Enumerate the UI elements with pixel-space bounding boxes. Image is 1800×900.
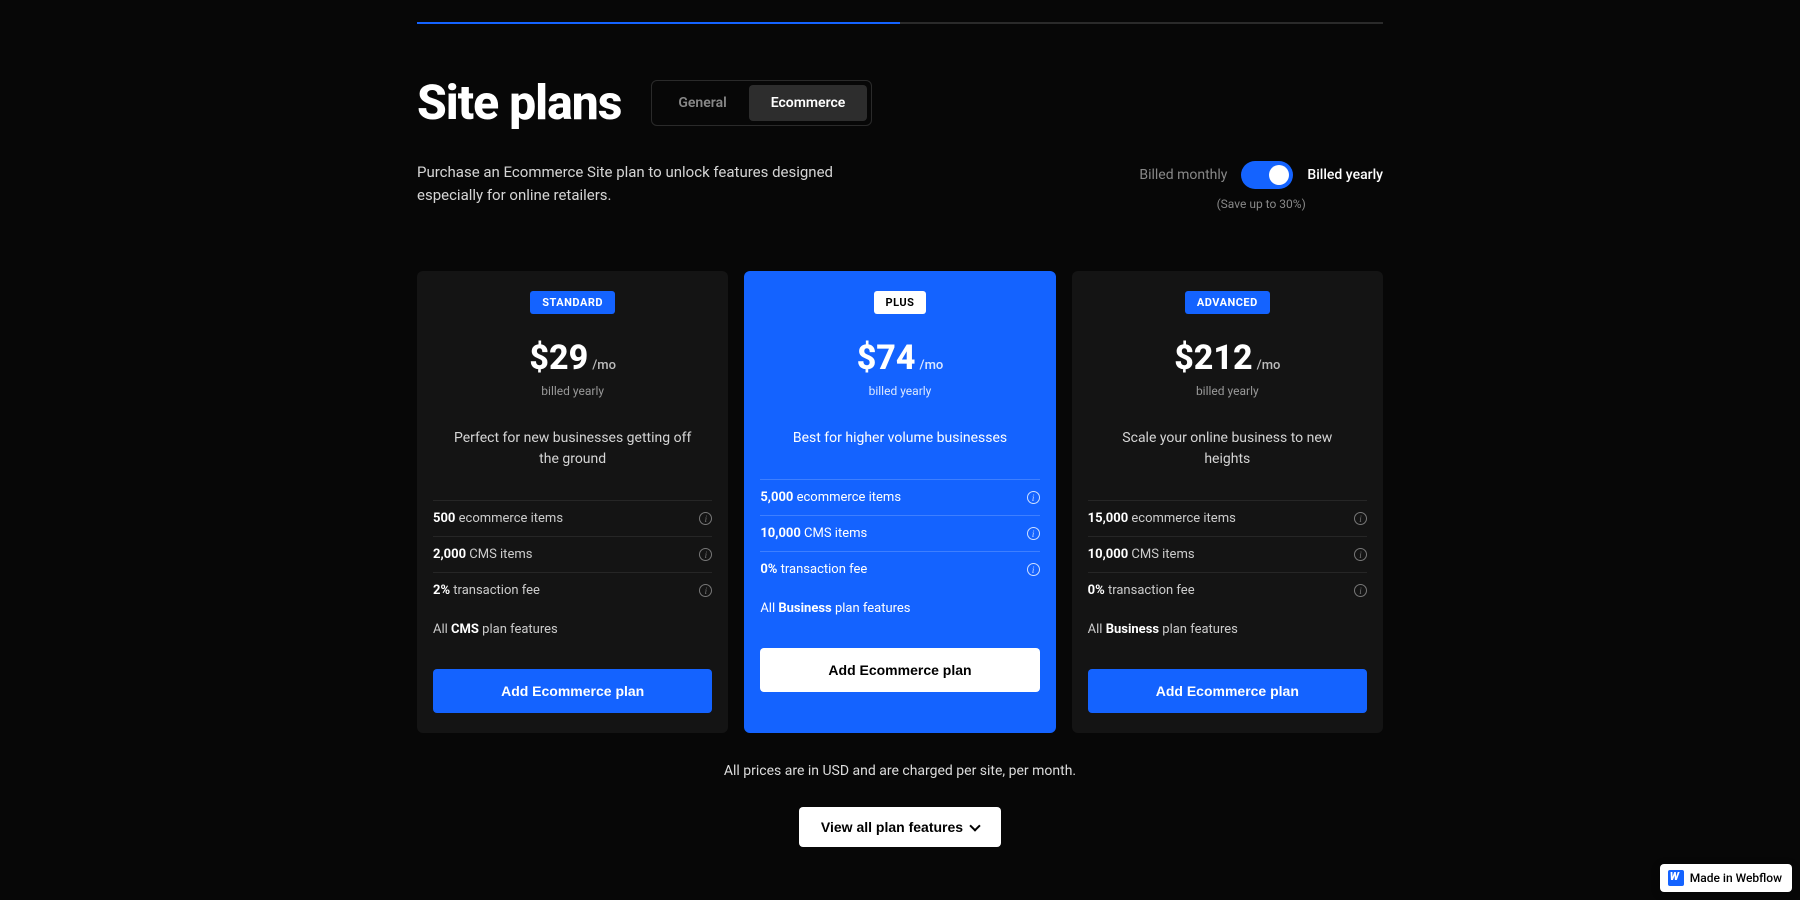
feature-row: All CMS plan features <box>433 608 712 647</box>
plans-row: STANDARD $29/mo billed yearly Perfect for n… <box>417 271 1383 733</box>
feature-label: 10,000 CMS items <box>760 526 867 541</box>
feature-label: All CMS plan features <box>433 622 558 637</box>
feature-row: 10,000 CMS items i <box>760 515 1039 551</box>
feature-list: 500 ecommerce itemsi2,000 CMS itemsi2% t… <box>433 500 712 647</box>
feature-label: All Business plan features <box>760 601 910 616</box>
plan-type-tabs: General Ecommerce <box>651 80 872 126</box>
feature-row: 0% transaction fee i <box>760 551 1039 587</box>
info-icon[interactable]: i <box>1354 548 1367 561</box>
plan-tagline: Scale your online business to new height… <box>1107 428 1347 470</box>
feature-row: 10,000 CMS items i <box>1088 536 1367 572</box>
feature-row: 2% transaction fee i <box>433 572 712 608</box>
price-per: /mo <box>1257 358 1281 373</box>
price-per: /mo <box>592 358 616 373</box>
feature-label: 10,000 CMS items <box>1088 547 1195 562</box>
feature-row: 15,000 ecommerce items i <box>1088 500 1367 536</box>
plan-badge: PLUS <box>874 291 927 314</box>
add-plan-button[interactable]: Add Ecommerce plan <box>760 648 1039 692</box>
price-row: $29/mo <box>433 338 712 378</box>
add-plan-button[interactable]: Add Ecommerce plan <box>433 669 712 713</box>
feature-row: 2,000 CMS items i <box>433 536 712 572</box>
billed-label: billed yearly <box>1088 384 1367 398</box>
main-tab-underline <box>417 22 1383 24</box>
feature-row: All Business plan features <box>760 587 1039 626</box>
info-icon[interactable]: i <box>1027 563 1040 576</box>
price-row: $74/mo <box>760 338 1039 378</box>
info-icon[interactable]: i <box>1027 491 1040 504</box>
plan-card-advanced: ADVANCED $212/mo billed yearly Scale your o… <box>1072 271 1383 733</box>
billing-toggle[interactable] <box>1241 161 1293 189</box>
page-title: Site plans <box>417 74 621 131</box>
billed-monthly-label: Billed monthly <box>1139 167 1227 183</box>
billed-label: billed yearly <box>760 384 1039 398</box>
feature-label: 2% transaction fee <box>433 583 540 598</box>
feature-label: All Business plan features <box>1088 622 1238 637</box>
view-all-features-button[interactable]: View all plan features <box>799 807 1001 847</box>
feature-row: All Business plan features <box>1088 608 1367 647</box>
tab-ecommerce[interactable]: Ecommerce <box>749 85 868 121</box>
info-icon[interactable]: i <box>1354 512 1367 525</box>
price-row: $212/mo <box>1088 338 1367 378</box>
feature-label: 500 ecommerce items <box>433 511 563 526</box>
feature-row: 500 ecommerce items i <box>433 500 712 536</box>
feature-row: 0% transaction fee i <box>1088 572 1367 608</box>
price: $74 <box>857 338 916 378</box>
price-per: /mo <box>920 358 944 373</box>
feature-label: 0% transaction fee <box>1088 583 1195 598</box>
add-plan-button[interactable]: Add Ecommerce plan <box>1088 669 1367 713</box>
made-in-webflow-badge[interactable]: Made in Webflow <box>1660 864 1792 892</box>
plan-tagline: Perfect for new businesses getting off t… <box>453 428 693 470</box>
view-all-label: View all plan features <box>821 819 963 835</box>
webflow-logo-icon <box>1668 870 1684 886</box>
billed-yearly-label: Billed yearly <box>1307 167 1383 183</box>
pricing-footnote: All prices are in USD and are charged pe… <box>417 763 1383 779</box>
plan-badge: STANDARD <box>530 291 615 314</box>
feature-label: 2,000 CMS items <box>433 547 532 562</box>
plan-badge: ADVANCED <box>1185 291 1270 314</box>
price: $29 <box>529 338 588 378</box>
billed-label: billed yearly <box>433 384 712 398</box>
feature-label: 15,000 ecommerce items <box>1088 511 1236 526</box>
feature-label: 5,000 ecommerce items <box>760 490 901 505</box>
info-icon[interactable]: i <box>1354 584 1367 597</box>
plan-description: Purchase an Ecommerce Site plan to unloc… <box>417 161 837 206</box>
info-icon[interactable]: i <box>699 512 712 525</box>
feature-list: 15,000 ecommerce items i 10,000 CMS items i… <box>1088 500 1367 647</box>
webflow-badge-label: Made in Webflow <box>1690 871 1782 885</box>
save-note: (Save up to 30%) <box>1139 197 1383 211</box>
plan-card-plus: PLUS $74/mo billed yearly Best for higher v… <box>744 271 1055 733</box>
plan-tagline: Best for higher volume businesses <box>780 428 1020 449</box>
info-icon[interactable]: i <box>1027 527 1040 540</box>
info-icon[interactable]: i <box>699 548 712 561</box>
feature-label: 0% transaction fee <box>760 562 867 577</box>
feature-row: 5,000 ecommerce items i <box>760 479 1039 515</box>
price: $212 <box>1174 338 1252 378</box>
chevron-down-icon <box>969 820 980 831</box>
feature-list: 5,000 ecommerce itemsi10,000 CMS itemsi0… <box>760 479 1039 626</box>
tab-general[interactable]: General <box>656 85 748 121</box>
plan-card-standard: STANDARD $29/mo billed yearly Perfect for n… <box>417 271 728 733</box>
info-icon[interactable]: i <box>699 584 712 597</box>
